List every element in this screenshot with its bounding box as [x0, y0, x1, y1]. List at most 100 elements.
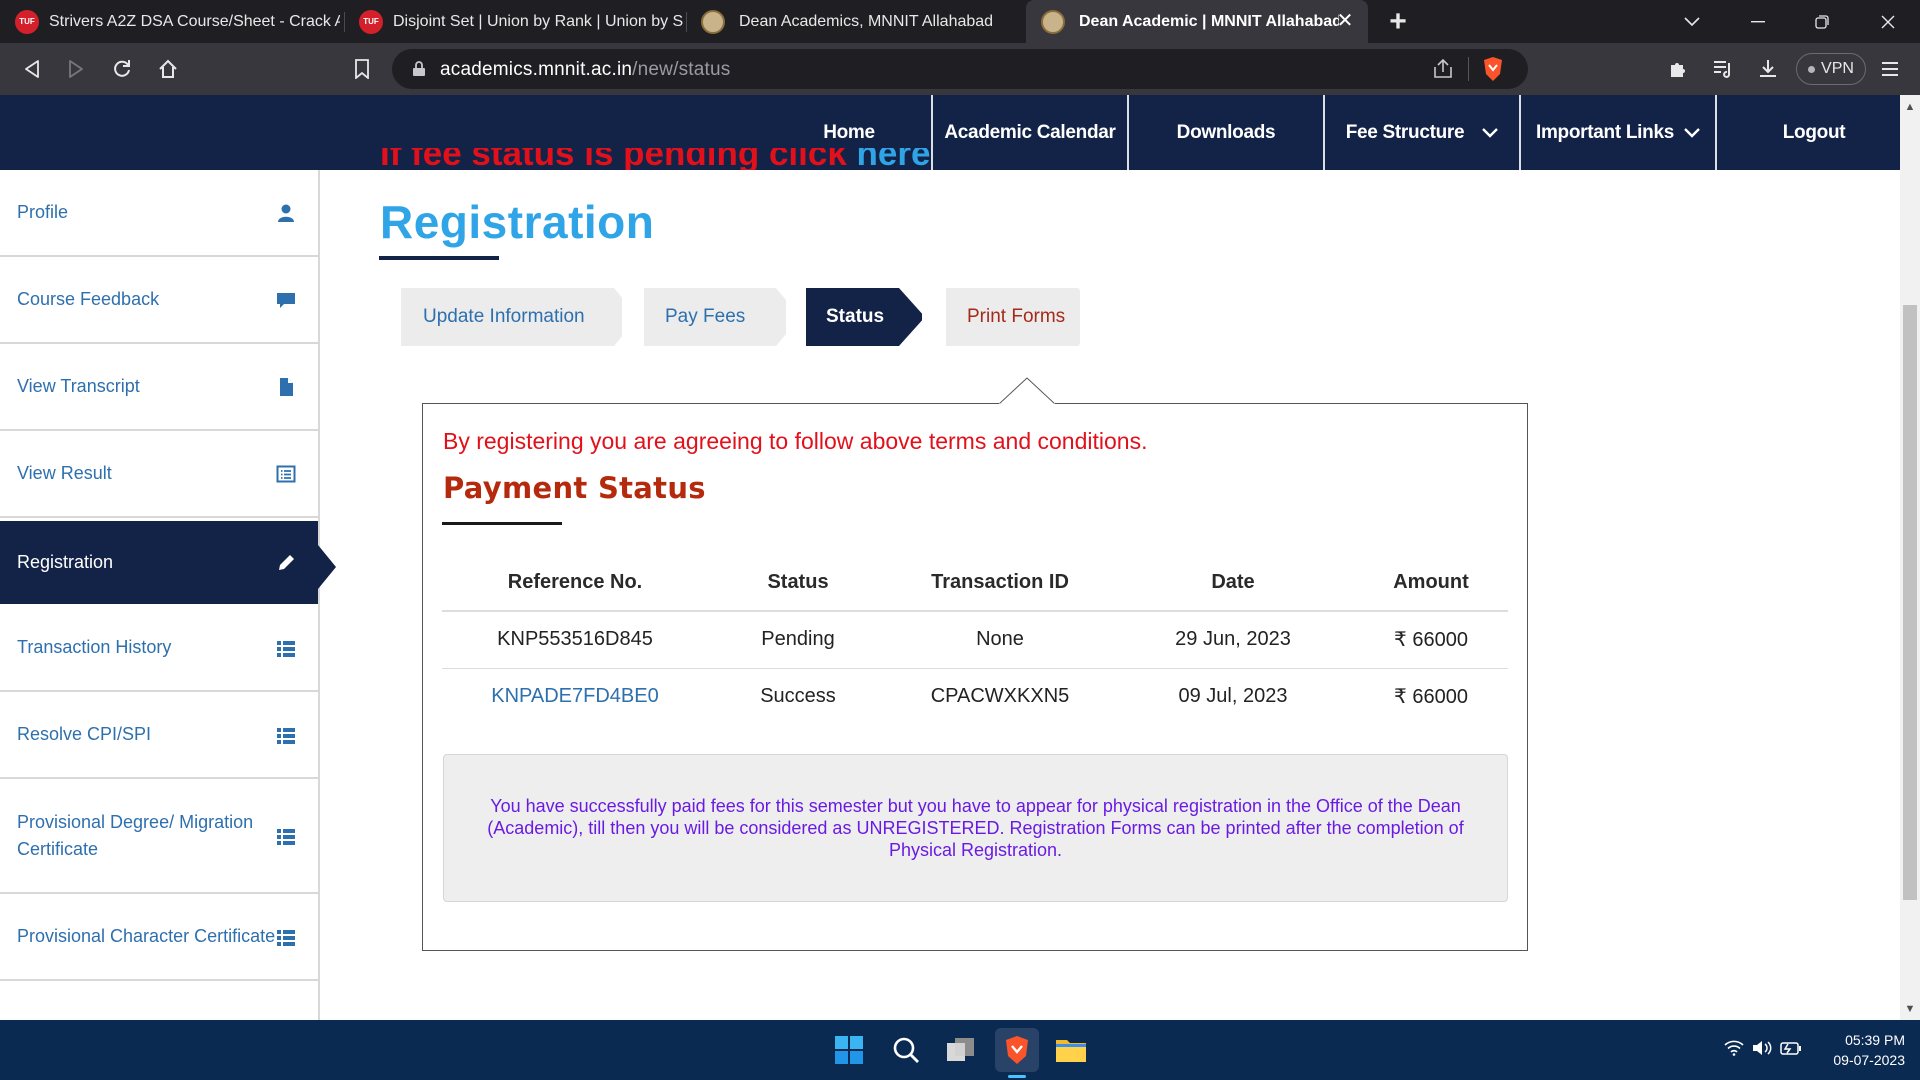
sidebar-item-label: Profile: [17, 202, 69, 222]
home-icon[interactable]: [152, 53, 184, 85]
sidebar-item-provisional-character[interactable]: Provisional Character Certificate: [0, 894, 318, 981]
step-update-information[interactable]: Update Information: [401, 288, 614, 346]
user-icon: [278, 204, 294, 222]
transaction-id-cell: CPACWXKXN5: [930, 685, 1070, 708]
browser-toolbar: academics.mnnit.ac.in/new/status VPN: [0, 43, 1920, 95]
card-pointer: [999, 377, 1055, 405]
nav-academic-calendar[interactable]: Academic Calendar: [933, 95, 1127, 170]
scroll-down-icon[interactable]: ▼: [1904, 1003, 1916, 1015]
fee-pending-notice: If fee status is pending click here: [380, 148, 940, 170]
fee-pending-link[interactable]: here: [857, 148, 931, 170]
wifi-icon[interactable]: [1724, 1040, 1744, 1056]
nav-important-links-label: Important Links: [1535, 121, 1674, 143]
tab-search-chevron-icon[interactable]: [1662, 0, 1722, 43]
column-header: Reference No.: [442, 555, 708, 612]
reload-icon[interactable]: [106, 53, 138, 85]
task-view-icon[interactable]: [941, 1030, 981, 1070]
close-tab-icon[interactable]: ✕: [1334, 10, 1356, 32]
back-icon[interactable]: [16, 53, 48, 85]
table-row: KNP553516D845 Pending None 29 Jun, 2023 …: [442, 611, 1508, 669]
new-tab-button[interactable]: +: [1372, 0, 1424, 43]
extensions-icon[interactable]: [1662, 53, 1694, 85]
browser-tab-active[interactable]: Dean Academic | MNNIT Allahabad ✕: [1026, 0, 1368, 43]
chevron-down-icon: [1684, 127, 1700, 138]
volume-icon[interactable]: [1752, 1040, 1772, 1056]
vpn-status-dot: [1808, 65, 1816, 73]
tuf-logo-icon: TUF: [15, 9, 39, 34]
pencil-icon: [279, 554, 294, 570]
sidebar-item-resolve-cpi-spi[interactable]: Resolve CPI/SPI: [0, 692, 318, 779]
file-explorer-icon[interactable]: [1051, 1030, 1091, 1070]
download-icon[interactable]: [1752, 53, 1784, 85]
step-status[interactable]: Status: [806, 288, 899, 346]
column-header: Amount: [1354, 555, 1508, 612]
column-header: Transaction ID: [888, 555, 1112, 612]
sidebar-item-label: Course Feedback: [17, 289, 160, 309]
payment-title-underline: [442, 522, 562, 525]
active-app-indicator: [1008, 1075, 1026, 1078]
title-underline: [379, 256, 499, 260]
battery-icon[interactable]: [1780, 1040, 1802, 1056]
nav-downloads[interactable]: Downloads: [1129, 95, 1323, 170]
sidebar-item-label: Provisional Degree/ Migration Certificat…: [17, 811, 254, 859]
sidebar-item-view-result[interactable]: View Result: [0, 431, 318, 518]
scroll-thumb[interactable]: [1903, 305, 1917, 900]
forward-icon[interactable]: [60, 53, 92, 85]
nav-important-links[interactable]: Important Links: [1521, 95, 1715, 170]
brave-browser-icon[interactable]: [995, 1028, 1039, 1072]
clock-date: 09-07-2023: [1833, 1052, 1905, 1068]
windows-start-icon[interactable]: [829, 1030, 869, 1070]
transaction-id-cell: None: [888, 611, 1112, 669]
list-icon: [277, 828, 295, 845]
nav-logout[interactable]: Logout: [1717, 95, 1911, 170]
vpn-button[interactable]: VPN: [1796, 53, 1866, 85]
step-label: Print Forms: [967, 306, 1066, 327]
site-nav-bar: Home Academic Calendar Downloads Fee Str…: [0, 95, 1900, 170]
alert-text: You have successfully paid fees for this…: [487, 796, 1464, 860]
step-pay-fees[interactable]: Pay Fees: [644, 288, 776, 346]
active-item-pointer: [318, 545, 336, 589]
restore-icon[interactable]: [1792, 0, 1852, 43]
share-icon[interactable]: [1432, 59, 1454, 79]
sidebar-item-label: Provisional Character Certificate: [17, 926, 276, 946]
step-print-forms[interactable]: Print Forms: [946, 288, 1080, 346]
minimize-icon[interactable]: [1728, 0, 1788, 43]
scroll-up-icon[interactable]: ▲: [1904, 101, 1916, 113]
mnnit-logo-icon: [1041, 9, 1065, 34]
list-alt-icon: [276, 465, 296, 482]
playlist-icon[interactable]: [1708, 53, 1740, 85]
page-scrollbar[interactable]: ▲ ▼: [1900, 95, 1920, 1020]
close-window-icon[interactable]: [1858, 0, 1918, 43]
step-label: Status: [826, 306, 885, 327]
brave-shield-icon[interactable]: [1482, 56, 1504, 82]
sidebar-item-course-feedback[interactable]: Course Feedback: [0, 257, 318, 344]
terms-notice: By registering you are agreeing to follo…: [443, 428, 1148, 454]
sidebar-item-label: Resolve CPI/SPI: [17, 724, 152, 744]
nav-fee-structure[interactable]: Fee Structure: [1325, 95, 1519, 170]
date-cell: 09 Jul, 2023: [1178, 685, 1288, 708]
table-header-row: Reference No. Status Transaction ID Date…: [442, 555, 1508, 612]
step-notch: [922, 288, 946, 346]
search-icon[interactable]: [886, 1030, 926, 1070]
step-label: Pay Fees: [665, 306, 746, 327]
page-title: Registration: [380, 196, 655, 248]
sidebar-item-registration[interactable]: Registration: [0, 521, 318, 604]
system-clock[interactable]: 05:39 PM 09-07-2023: [1815, 1030, 1905, 1070]
bookmark-icon[interactable]: [346, 53, 378, 85]
browser-tab[interactable]: TUF Strivers A2Z DSA Course/Sheet - Crac…: [0, 0, 340, 43]
tuf-logo-icon: TUF: [359, 9, 383, 34]
lock-icon: [413, 61, 425, 76]
column-header: Date: [1112, 555, 1354, 612]
menu-icon[interactable]: [1874, 53, 1906, 85]
browser-tab[interactable]: Dean Academics, MNNIT Allahabad: [686, 0, 1026, 43]
sidebar-item-provisional-degree[interactable]: Provisional Degree/ Migration Certificat…: [0, 779, 318, 894]
address-bar[interactable]: academics.mnnit.ac.in/new/status: [392, 49, 1528, 89]
status-cell: Pending: [708, 611, 888, 669]
sidebar-item-transaction-history[interactable]: Transaction History: [0, 605, 318, 692]
reference-link[interactable]: KNPADE7FD4BE0: [442, 668, 708, 725]
windows-taskbar: [0, 1020, 1920, 1080]
sidebar-item-view-transcript[interactable]: View Transcript: [0, 344, 318, 431]
clock-time: 05:39 PM: [1845, 1032, 1905, 1048]
sidebar-item-profile[interactable]: Profile: [0, 170, 318, 257]
browser-tab[interactable]: TUF Disjoint Set | Union by Rank | Union…: [344, 0, 684, 43]
